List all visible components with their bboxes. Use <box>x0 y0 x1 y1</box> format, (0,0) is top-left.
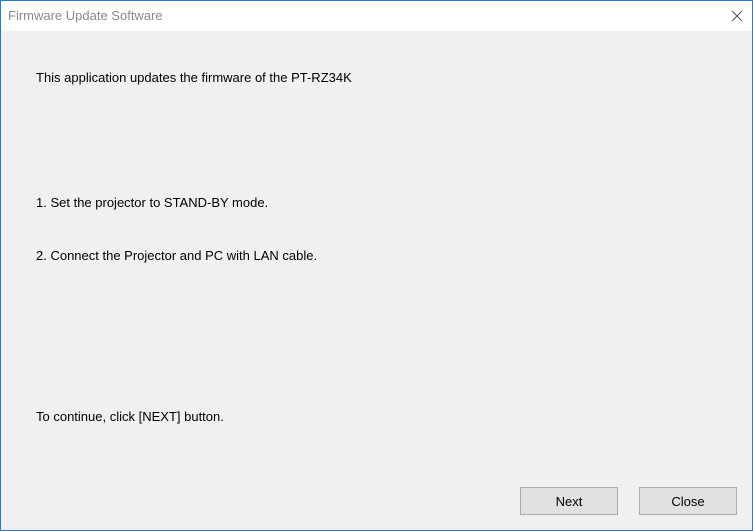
next-button[interactable]: Next <box>520 487 618 515</box>
step-1-text: 1. Set the projector to STAND-BY mode. <box>36 195 269 210</box>
instruction-text: To continue, click [NEXT] button. <box>36 409 224 424</box>
window-close-button[interactable] <box>722 1 752 31</box>
firmware-update-window: Firmware Update Software This applicatio… <box>0 0 753 531</box>
close-button[interactable]: Close <box>639 487 737 515</box>
title-bar[interactable]: Firmware Update Software <box>1 1 752 31</box>
intro-text: This application updates the firmware of… <box>36 70 352 85</box>
dialog-body: This application updates the firmware of… <box>1 31 752 530</box>
close-icon <box>731 10 743 22</box>
window-title: Firmware Update Software <box>8 8 163 23</box>
step-2-text: 2. Connect the Projector and PC with LAN… <box>36 248 318 263</box>
